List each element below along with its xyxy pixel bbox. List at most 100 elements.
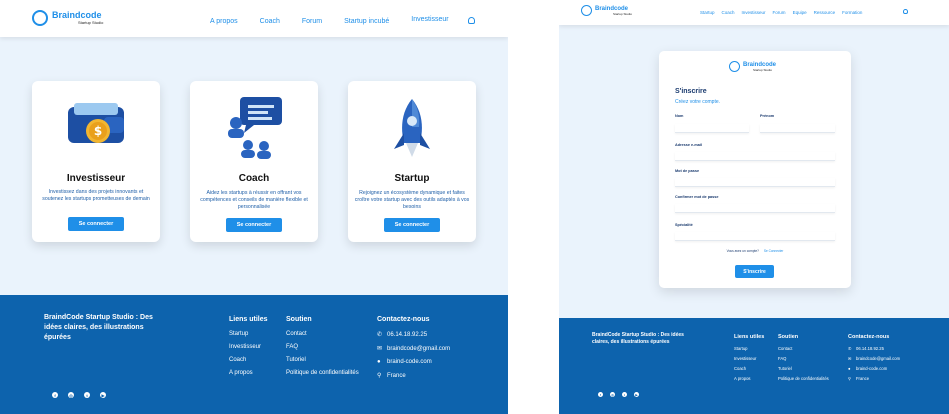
connect-button[interactable]: Se connecter: [226, 218, 282, 232]
logo-subtitle: Startup Studio: [613, 11, 633, 16]
footer-link[interactable]: Contact: [286, 331, 359, 337]
logo[interactable]: Braindcode Startup Studio: [581, 5, 632, 16]
form-title: S'inscrire: [675, 88, 707, 95]
twitter-icon[interactable]: t: [622, 392, 627, 397]
password-label: Mot de passe: [675, 169, 700, 173]
footer-heading: Soutien: [778, 334, 799, 340]
mail-icon: ✉: [848, 356, 852, 361]
instagram-icon[interactable]: ◎: [610, 392, 615, 397]
facebook-icon[interactable]: f: [598, 392, 603, 397]
nav-startup-incube[interactable]: Startup incubé: [344, 18, 389, 25]
nav-investisseur[interactable]: Investisseur: [742, 10, 766, 15]
rocket-icon: [394, 99, 430, 157]
nom-label: Nom: [675, 114, 684, 118]
email-label: Adresse e-mail: [675, 143, 703, 147]
wallet-icon: $: [68, 103, 124, 143]
nav-forum[interactable]: Forum: [773, 10, 786, 15]
footer-link[interactable]: FAQ: [286, 344, 359, 350]
top-navbar: Braindcode Startup Studio Startup Coach …: [559, 0, 949, 25]
email-link[interactable]: braindcode@gmail.com: [387, 346, 450, 352]
logo[interactable]: Braindcode Startup Studio: [32, 10, 103, 26]
signup-page: Braindcode Startup Studio Startup Coach …: [559, 0, 949, 414]
instagram-icon[interactable]: ◎: [68, 392, 74, 398]
footer: BraindCode Startup Studio : Des idées cl…: [0, 295, 508, 414]
card-description: Aidez les startups à réussir en offrant …: [200, 190, 308, 211]
logo-icon: [32, 10, 48, 26]
prenom-label: Prénom: [760, 114, 775, 118]
card-investisseur: $ Investisseur Investissez dans des proj…: [32, 81, 160, 242]
top-navbar: Braindcode Startup Studio A propos Coach…: [0, 0, 508, 37]
nav-coach[interactable]: Coach: [260, 18, 280, 25]
youtube-icon[interactable]: ▶: [634, 392, 639, 397]
signup-button[interactable]: S'inscrire: [735, 265, 774, 278]
card-title: Coach: [238, 173, 270, 184]
location-icon: ⚲: [848, 376, 852, 381]
nav-startup[interactable]: Startup: [700, 10, 715, 15]
connect-button[interactable]: Se connecter: [384, 218, 440, 232]
footer-link[interactable]: Startup: [229, 331, 268, 337]
footer-heading: Contactez-nous: [377, 316, 430, 323]
footer-link[interactable]: Startup: [734, 346, 764, 351]
footer-link[interactable]: Tutoriel: [778, 366, 829, 371]
nav-investisseur[interactable]: Investisseur: [411, 16, 448, 25]
logo-icon: [729, 61, 740, 72]
footer-link[interactable]: Investisseur: [734, 356, 764, 361]
footer-link[interactable]: Politique de confidentialités: [286, 370, 359, 376]
footer-link[interactable]: Tutoriel: [286, 357, 359, 363]
nav-equipe[interactable]: Equipe: [793, 10, 807, 15]
card-description: Rejoignez un écosystème dynamique et fai…: [354, 190, 470, 211]
phone-number: 06.14.18.92.25: [856, 346, 884, 351]
footer-link[interactable]: Coach: [734, 366, 764, 371]
logo-title: Braindcode: [743, 61, 777, 68]
nav-formation[interactable]: Formation: [842, 10, 862, 15]
footer-link[interactable]: Coach: [229, 357, 268, 363]
nav-forum[interactable]: Forum: [302, 18, 322, 25]
logo-subtitle: Startup Studio: [78, 20, 104, 25]
card-title: Investisseur: [66, 173, 126, 184]
footer-tagline: BraindCode Startup Studio : Des idées cl…: [592, 332, 684, 346]
twitter-icon[interactable]: t: [84, 392, 90, 398]
specialite-input[interactable]: [675, 232, 835, 241]
footer: BraindCode Startup Studio : Des idées cl…: [559, 318, 949, 414]
facebook-icon[interactable]: f: [52, 392, 58, 398]
logo-title: Braindcode: [52, 10, 102, 20]
website-link[interactable]: braind-code.com: [387, 359, 432, 365]
footer-link[interactable]: Contact: [778, 346, 829, 351]
nav-coach[interactable]: Coach: [722, 10, 735, 15]
footer-link[interactable]: A propos: [229, 370, 268, 376]
login-link[interactable]: Se Connecter: [764, 249, 784, 253]
globe-icon: ●: [848, 366, 851, 371]
nav-ressource[interactable]: Ressource: [814, 10, 836, 15]
connect-button[interactable]: Se connecter: [68, 217, 124, 231]
email-link[interactable]: braindcode@gmail.com: [856, 356, 900, 361]
specialite-label: Spécialité: [675, 223, 693, 227]
footer-tagline: BraindCode Startup Studio : Des idées cl…: [44, 314, 153, 342]
footer-heading: Liens utiles: [734, 334, 765, 340]
youtube-icon[interactable]: ▶: [100, 392, 106, 398]
card-startup: Startup Rejoignez un écosystème dynamiqu…: [348, 81, 476, 242]
nom-input[interactable]: [675, 124, 749, 133]
login-prompt: Vous avez un compte?: [726, 249, 759, 253]
email-input[interactable]: [675, 152, 835, 161]
user-icon[interactable]: [903, 9, 908, 14]
footer-heading: Soutien: [286, 316, 312, 323]
prenom-input[interactable]: [760, 124, 835, 133]
password-input[interactable]: [675, 178, 835, 187]
user-icon[interactable]: [468, 17, 475, 24]
card-title: Startup: [394, 173, 430, 184]
footer-link[interactable]: A propos: [734, 376, 764, 381]
logo-title: Braindcode: [595, 5, 629, 12]
card-coach: Coach Aidez les startups à réussir en of…: [190, 81, 318, 242]
footer-link[interactable]: FAQ: [778, 356, 829, 361]
form-subtitle: Créez votre compte.: [675, 99, 721, 105]
phone-number: 06.14.18.92.25: [387, 332, 428, 338]
website-link[interactable]: braind-code.com: [856, 366, 887, 371]
confirm-password-label: Confirmer mot de passe: [675, 195, 719, 199]
nav-a-propos[interactable]: A propos: [210, 18, 238, 25]
footer-link[interactable]: Investisseur: [229, 344, 268, 350]
location-icon: ⚲: [377, 373, 382, 379]
mail-icon: ✉: [377, 346, 383, 352]
footer-link[interactable]: Politique de confidentialités: [778, 376, 829, 381]
confirm-password-input[interactable]: [675, 204, 835, 213]
card-description: Investissez dans des projets innovants e…: [42, 189, 150, 203]
